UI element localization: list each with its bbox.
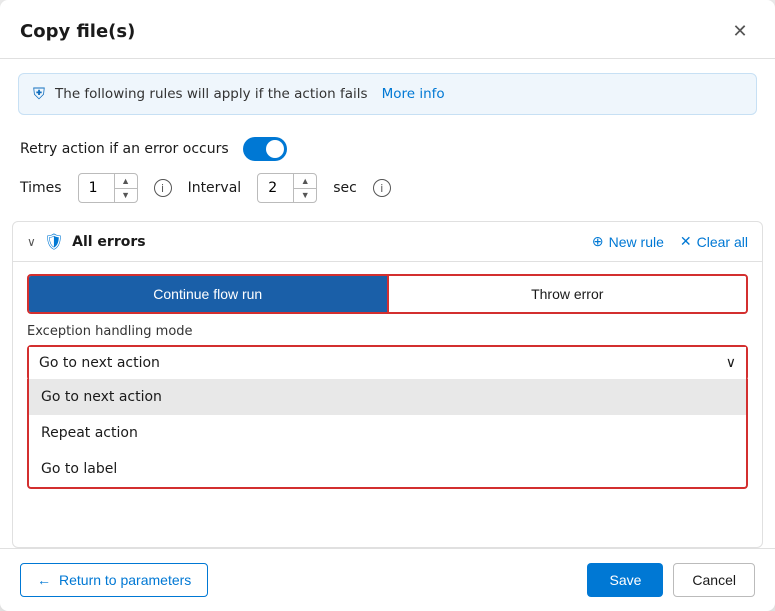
interval-info-icon[interactable]: i xyxy=(373,179,391,197)
continue-flow-tab[interactable]: Continue flow run xyxy=(29,276,387,312)
dropdown-list: Go to next action Repeat action Go to la… xyxy=(27,379,748,489)
clear-all-button[interactable]: ✕ Clear all xyxy=(680,233,748,250)
cancel-button[interactable]: Cancel xyxy=(673,563,755,597)
dropdown-selected-value: Go to next action xyxy=(39,355,160,371)
dialog-footer: ← Return to parameters Save Cancel xyxy=(0,548,775,611)
dropdown-option-repeat[interactable]: Repeat action xyxy=(29,415,746,451)
times-arrows: ▲ ▼ xyxy=(115,174,137,202)
times-interval-row: Times 1 ▲ ▼ i Interval 2 ▲ ▼ sec i xyxy=(0,169,775,217)
copy-files-dialog: Copy file(s) ✕ ⛨ The following rules wil… xyxy=(0,0,775,611)
info-banner-text: The following rules will apply if the ac… xyxy=(55,86,368,102)
dropdown-chevron-icon: ∨ xyxy=(726,355,736,371)
shield-icon: ⛨ xyxy=(33,84,45,104)
exception-mode-label: Exception handling mode xyxy=(13,324,762,345)
times-down-arrow[interactable]: ▼ xyxy=(115,189,137,203)
save-button[interactable]: Save xyxy=(587,563,663,597)
retry-row: Retry action if an error occurs xyxy=(0,125,775,169)
exception-mode-dropdown[interactable]: Go to next action ∨ Go to next action Re… xyxy=(27,345,748,381)
interval-label: Interval xyxy=(188,180,242,196)
dropdown-option-go-to-label[interactable]: Go to label xyxy=(29,451,746,487)
new-rule-icon: ⊕ xyxy=(592,233,604,250)
footer-right-buttons: Save Cancel xyxy=(587,563,755,597)
close-button[interactable]: ✕ xyxy=(725,16,755,46)
interval-value: 2 xyxy=(258,174,294,202)
dropdown-selected[interactable]: Go to next action ∨ xyxy=(29,347,746,379)
sec-label: sec xyxy=(333,180,357,196)
interval-up-arrow[interactable]: ▲ xyxy=(294,174,316,189)
times-label: Times xyxy=(20,180,62,196)
times-up-arrow[interactable]: ▲ xyxy=(115,174,137,189)
all-errors-right: ⊕ New rule ✕ Clear all xyxy=(592,233,748,250)
clear-all-icon: ✕ xyxy=(680,233,692,250)
retry-toggle[interactable] xyxy=(243,137,287,161)
interval-spinner[interactable]: 2 ▲ ▼ xyxy=(257,173,317,203)
all-errors-shield-icon: 🛡 xyxy=(44,232,64,251)
toggle-thumb xyxy=(266,140,284,158)
return-to-parameters-button[interactable]: ← Return to parameters xyxy=(20,563,208,597)
section-content: › Continue flow run Throw error Exceptio… xyxy=(13,274,762,381)
all-errors-section: ∨ 🛡 All errors ⊕ New rule ✕ Clear all › xyxy=(12,221,763,548)
throw-error-tab[interactable]: Throw error xyxy=(387,276,747,312)
dropdown-option-go-to-next[interactable]: Go to next action xyxy=(29,379,746,415)
tab-row: Continue flow run Throw error xyxy=(27,274,748,314)
clear-all-label: Clear all xyxy=(697,234,748,250)
new-rule-label: New rule xyxy=(609,234,664,250)
interval-arrows: ▲ ▼ xyxy=(294,174,316,202)
all-errors-label: All errors xyxy=(72,234,145,250)
collapse-icon[interactable]: ∨ xyxy=(27,235,36,249)
interval-down-arrow[interactable]: ▼ xyxy=(294,189,316,203)
info-banner: ⛨ The following rules will apply if the … xyxy=(18,73,757,115)
new-rule-button[interactable]: ⊕ New rule xyxy=(592,233,664,250)
dialog-title: Copy file(s) xyxy=(20,21,135,42)
all-errors-header: ∨ 🛡 All errors ⊕ New rule ✕ Clear all xyxy=(13,222,762,262)
return-arrow-icon: ← xyxy=(37,572,51,588)
dialog-header: Copy file(s) ✕ xyxy=(0,0,775,59)
times-spinner[interactable]: 1 ▲ ▼ xyxy=(78,173,138,203)
more-info-link[interactable]: More info xyxy=(382,86,445,102)
retry-label: Retry action if an error occurs xyxy=(20,141,229,157)
return-label: Return to parameters xyxy=(59,572,191,588)
times-info-icon[interactable]: i xyxy=(154,179,172,197)
all-errors-left: ∨ 🛡 All errors xyxy=(27,232,146,251)
times-value: 1 xyxy=(79,174,115,202)
